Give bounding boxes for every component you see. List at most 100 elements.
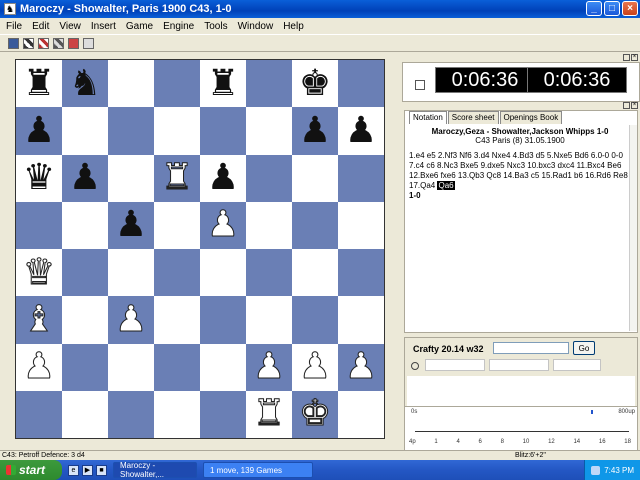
board-icon[interactable]	[23, 37, 34, 49]
square-g3[interactable]	[292, 296, 338, 344]
square-g6[interactable]	[292, 154, 338, 202]
minimize-button[interactable]: _	[586, 1, 602, 16]
notation-scrollbar[interactable]	[629, 125, 637, 331]
square-e1[interactable]	[200, 390, 246, 438]
white-pawn-icon[interactable]: ♟	[206, 206, 239, 243]
menu-edit[interactable]: Edit	[32, 21, 49, 32]
square-d5[interactable]	[154, 201, 200, 249]
square-a2[interactable]: ♟	[16, 343, 62, 391]
square-h5[interactable]	[338, 201, 384, 249]
square-c3[interactable]: ♟	[108, 296, 154, 344]
square-d3[interactable]	[154, 296, 200, 344]
square-c8[interactable]	[108, 60, 154, 108]
square-g2[interactable]: ♟	[292, 343, 338, 391]
square-e4[interactable]	[200, 249, 246, 297]
square-d4[interactable]	[154, 249, 200, 297]
square-b7[interactable]	[62, 107, 108, 155]
menu-engine[interactable]: Engine	[163, 21, 194, 32]
square-a1[interactable]	[16, 390, 62, 438]
square-b1[interactable]	[62, 390, 108, 438]
square-b2[interactable]	[62, 343, 108, 391]
white-pawn-icon[interactable]: ♟	[114, 301, 147, 338]
square-g1[interactable]: ♚	[292, 390, 338, 438]
square-f3[interactable]	[246, 296, 292, 344]
square-e2[interactable]	[200, 343, 246, 391]
square-a7[interactable]: ♟	[16, 107, 62, 155]
square-f2[interactable]: ♟	[246, 343, 292, 391]
menu-game[interactable]: Game	[126, 21, 153, 32]
tab-score-sheet[interactable]: Score sheet	[447, 111, 499, 124]
square-h3[interactable]	[338, 296, 384, 344]
square-e6[interactable]: ♟	[200, 154, 246, 202]
square-g7[interactable]: ♟	[292, 107, 338, 155]
black-pawn-icon[interactable]: ♟	[207, 160, 239, 196]
square-h6[interactable]	[338, 154, 384, 202]
white-pawn-icon[interactable]: ♟	[252, 348, 285, 385]
square-f6[interactable]	[246, 154, 292, 202]
square-d7[interactable]	[154, 107, 200, 155]
white-pawn-icon[interactable]: ♟	[22, 348, 55, 385]
square-f5[interactable]	[246, 201, 292, 249]
browser-icon[interactable]: e	[68, 464, 79, 476]
engine-input[interactable]	[493, 342, 569, 354]
square-g4[interactable]	[292, 249, 338, 297]
black-rook-icon[interactable]: ♜	[207, 65, 239, 102]
square-a3[interactable]: ♝	[16, 296, 62, 344]
media-icon[interactable]: ▶	[82, 464, 93, 476]
square-c2[interactable]	[108, 343, 154, 391]
square-c6[interactable]	[108, 154, 154, 202]
square-h1[interactable]	[338, 390, 384, 438]
move-list[interactable]: 1.e4 e5 2.Nf3 Nf6 3.d4 Nxe4 4.Bd3 d5 5.N…	[409, 151, 629, 201]
menu-insert[interactable]: Insert	[91, 21, 116, 32]
square-h4[interactable]	[338, 249, 384, 297]
save-icon[interactable]	[8, 37, 19, 49]
square-d2[interactable]	[154, 343, 200, 391]
black-knight-icon[interactable]: ♞	[69, 65, 101, 102]
pane-pin-icon[interactable]	[623, 54, 630, 61]
square-f4[interactable]	[246, 249, 292, 297]
chess-board[interactable]: ♜ ♞ ♜ ♚ ♟ ♟ ♟ ♛ ♟ ♜ ♟ ♟ ♟ ♛ ♝ ♟ ♟ ♟ ♟ ♟ ♜ ♚	[15, 59, 385, 439]
tray-icon[interactable]	[591, 465, 601, 475]
tab-notation[interactable]: Notation	[409, 111, 447, 124]
black-pawn-icon[interactable]: ♟	[115, 207, 147, 243]
title-bar[interactable]: ♞ Maroczy - Showalter, Paris 1900 C43, 1…	[0, 0, 640, 18]
square-b8[interactable]: ♞	[62, 60, 108, 108]
black-pawn-icon[interactable]: ♟	[345, 112, 377, 149]
square-d8[interactable]	[154, 60, 200, 108]
white-king-icon[interactable]: ♚	[298, 395, 331, 432]
position-icon[interactable]	[38, 37, 49, 49]
white-pawn-icon[interactable]: ♟	[298, 348, 331, 385]
pieces-icon[interactable]	[53, 37, 64, 49]
current-move[interactable]: Qa6	[437, 181, 455, 190]
square-g8[interactable]: ♚	[292, 60, 338, 108]
black-pawn-icon[interactable]: ♟	[69, 160, 101, 196]
square-a6[interactable]: ♛	[16, 154, 62, 202]
menu-view[interactable]: View	[59, 21, 81, 32]
white-rook-icon[interactable]: ♜	[252, 395, 285, 432]
print-icon[interactable]	[83, 37, 94, 49]
menu-help[interactable]: Help	[283, 21, 304, 32]
white-rook-icon[interactable]: ♜	[160, 159, 193, 196]
square-a5[interactable]	[16, 201, 62, 249]
square-c7[interactable]	[108, 107, 154, 155]
square-h7[interactable]: ♟	[338, 107, 384, 155]
square-f1[interactable]: ♜	[246, 390, 292, 438]
black-pawn-icon[interactable]: ♟	[23, 112, 55, 149]
pane-close-icon[interactable]: ×	[631, 102, 638, 109]
close-button[interactable]: ×	[622, 1, 638, 16]
square-f7[interactable]	[246, 107, 292, 155]
square-d6[interactable]: ♜	[154, 154, 200, 202]
tab-openings-book[interactable]: Openings Book	[499, 111, 563, 124]
square-h2[interactable]: ♟	[338, 343, 384, 391]
square-b6[interactable]: ♟	[62, 154, 108, 202]
square-a4[interactable]: ♛	[16, 249, 62, 297]
square-e5[interactable]: ♟	[200, 201, 246, 249]
square-h8[interactable]	[338, 60, 384, 108]
square-g5[interactable]	[292, 201, 338, 249]
flip-icon[interactable]	[68, 37, 79, 49]
go-button[interactable]: Go	[573, 341, 595, 355]
square-b4[interactable]	[62, 249, 108, 297]
pane-pin-icon[interactable]	[623, 102, 630, 109]
engine-toggle-icon[interactable]	[411, 362, 419, 370]
taskbar-item-chess[interactable]: Maroczy - Showalter,...	[113, 461, 197, 479]
